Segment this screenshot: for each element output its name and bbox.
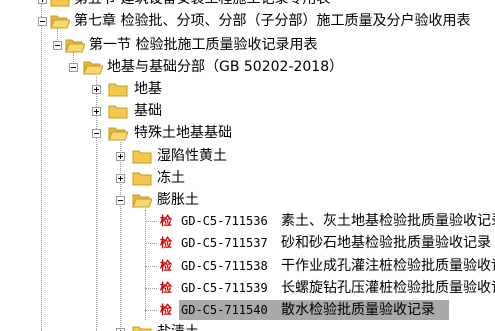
tree-item[interactable]: 特殊土地基基础	[0, 122, 495, 144]
expand-toggle-icon[interactable]	[38, 0, 47, 4]
tree-item-document[interactable]: 检 GD-C5-711538 干作业成孔灌注桩检验批质量验收记录	[0, 255, 495, 277]
inspection-doc-icon: 检	[159, 259, 172, 273]
tree-item[interactable]: 膨胀土	[0, 189, 495, 211]
document-code: GD-C5-711536	[181, 214, 268, 228]
tree-item-label: 基础	[134, 103, 162, 119]
tree-item-label: 素土、灰土地基检验批质量验收记录	[281, 213, 495, 229]
tree-item-label: 第五节 建筑设备安装工程施工记录专用表	[74, 0, 330, 10]
folder-icon	[108, 83, 128, 97]
tree-item[interactable]: 基础	[0, 100, 495, 122]
inspection-doc-icon: 检	[159, 214, 172, 228]
collapse-toggle-icon[interactable]	[53, 41, 62, 50]
open-folder-icon	[65, 39, 85, 53]
file-tree: 第五节 建筑设备安装工程施工记录专用表 第七章 检验批、分项、分部（子分部）施工…	[0, 0, 495, 331]
tree-item-label: 特殊土地基基础	[134, 125, 232, 141]
document-code: GD-C5-711538	[181, 259, 268, 273]
tree-item-label: 冻土	[157, 170, 185, 186]
tree-item[interactable]: 第七章 检验批、分项、分部（子分部）施工质量及分户验收用表	[0, 10, 495, 32]
open-folder-icon	[108, 127, 128, 141]
tree-item-label: 长螺旋钻孔压灌桩检验批质量验收记录	[281, 280, 495, 296]
inspection-doc-icon: 检	[159, 281, 172, 295]
tree-item[interactable]: 冻土	[0, 167, 495, 189]
folder-icon	[132, 172, 152, 186]
tree-item-label: 第七章 检验批、分项、分部（子分部）施工质量及分户验收用表	[74, 13, 471, 29]
inspection-doc-icon: 检	[159, 236, 172, 250]
tree-item-label: 地基	[134, 81, 162, 97]
inspection-doc-icon: 检	[159, 303, 172, 317]
tree-item-label: 膨胀土	[157, 192, 199, 208]
tree-item-label: 散水检验批质量验收记录	[281, 302, 435, 318]
tree-item-label: 湿陷性黄土	[157, 148, 227, 164]
open-folder-icon	[83, 61, 103, 75]
tree-item-label: 第一节 检验批施工质量验收记录用表	[89, 37, 318, 53]
tree-item-label: 干作业成孔灌注桩检验批质量验收记录	[281, 258, 495, 274]
tree-item-label: 地基与基础分部（GB 50202-2018）	[107, 59, 344, 75]
document-code: GD-C5-711539	[181, 281, 268, 295]
tree-item[interactable]: 第五节 建筑设备安装工程施工记录专用表	[0, 0, 495, 10]
tree-item[interactable]: 地基	[0, 78, 495, 100]
expand-toggle-icon[interactable]	[116, 174, 125, 183]
collapse-toggle-icon[interactable]	[38, 17, 47, 26]
collapse-toggle-icon[interactable]	[92, 129, 101, 138]
folder-icon	[108, 105, 128, 119]
document-code: GD-C5-711540	[181, 303, 268, 317]
open-folder-icon	[132, 194, 152, 208]
tree-item-document-selected[interactable]: 检 GD-C5-711540 散水检验批质量验收记录	[0, 299, 495, 321]
document-code: GD-C5-711537	[181, 236, 268, 250]
open-folder-icon	[50, 15, 70, 29]
tree-item[interactable]: 湿陷性黄土	[0, 145, 495, 167]
tree-item[interactable]: 第一节 检验批施工质量验收记录用表	[0, 34, 495, 56]
tree-item[interactable]: 盐渍土	[0, 321, 495, 331]
collapse-toggle-icon[interactable]	[116, 196, 125, 205]
tree-item-document[interactable]: 检 GD-C5-711539 长螺旋钻孔压灌桩检验批质量验收记录	[0, 277, 495, 299]
tree-item[interactable]: 地基与基础分部（GB 50202-2018）	[0, 56, 495, 78]
tree-item-document[interactable]: 检 GD-C5-711537 砂和砂石地基检验批质量验收记录	[0, 232, 495, 254]
tree-item-label: 砂和砂石地基检验批质量验收记录	[281, 235, 491, 251]
folder-icon	[50, 0, 70, 7]
folder-icon	[132, 150, 152, 164]
expand-toggle-icon[interactable]	[116, 152, 125, 161]
tree-item-document[interactable]: 检 GD-C5-711536 素土、灰土地基检验批质量验收记录	[0, 210, 495, 232]
collapse-toggle-icon[interactable]	[69, 63, 78, 72]
expand-toggle-icon[interactable]	[92, 107, 101, 116]
tree-item-label: 盐渍土	[157, 321, 199, 331]
folder-icon	[132, 326, 152, 331]
expand-toggle-icon[interactable]	[92, 85, 101, 94]
